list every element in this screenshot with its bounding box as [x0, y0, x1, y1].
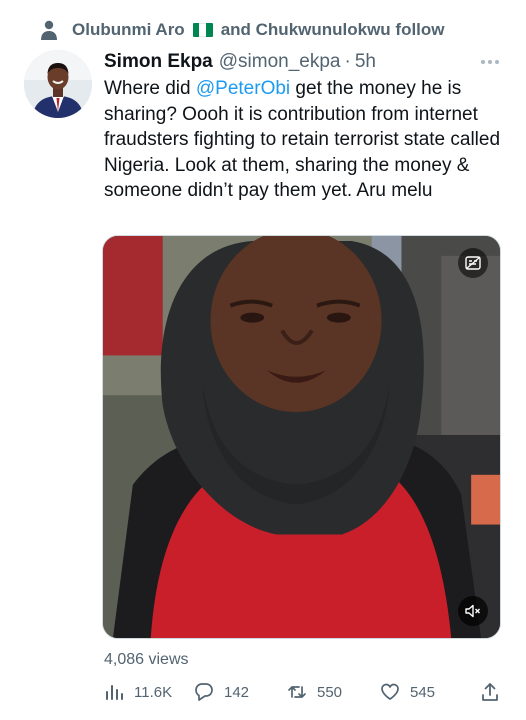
views-stat-count: 11.6K	[134, 683, 173, 701]
ellipsis-icon	[481, 60, 499, 64]
action-bar: 11.6K 142 550 545	[104, 680, 502, 704]
more-options-button[interactable]	[476, 50, 504, 74]
mute-button[interactable]	[458, 596, 488, 626]
author-handle[interactable]: @simon_ekpa	[219, 51, 341, 73]
retweet-arrows-icon	[288, 686, 306, 698]
author-name[interactable]: Simon Ekpa	[104, 51, 213, 73]
share-button[interactable]	[480, 680, 500, 704]
reply-bubble-icon	[195, 683, 213, 701]
captions-icon	[465, 256, 481, 270]
avatar[interactable]	[24, 50, 92, 118]
analytics-bars-icon	[106, 685, 123, 700]
retweet-count: 550	[317, 683, 343, 701]
tweet-text-start: Where did	[104, 78, 196, 99]
video-frame	[103, 236, 500, 638]
tweet-timestamp[interactable]: 5h	[355, 51, 376, 73]
like-button[interactable]: 545	[380, 680, 435, 704]
tweet-text: Where did @PeterObi get the money he is …	[104, 76, 508, 204]
captions-button[interactable]	[458, 248, 488, 278]
reply-count: 142	[224, 683, 250, 701]
social-context[interactable]: Olubunmi Aro and Chukwunulokwu follow	[41, 18, 445, 42]
retweet-button[interactable]: 550	[287, 680, 342, 704]
share-icon	[482, 683, 498, 701]
video-player[interactable]	[102, 235, 501, 639]
mention-link[interactable]: @PeterObi	[196, 78, 290, 99]
person-icon	[41, 20, 57, 40]
nigeria-flag-icon	[192, 23, 213, 37]
heart-icon	[381, 683, 399, 700]
separator-dot: ·	[344, 51, 351, 72]
analytics-button[interactable]: 11.6K	[104, 680, 172, 704]
social-context-rest: and Chukwunulokwu follow	[220, 20, 445, 39]
views-count[interactable]: 4,086 views	[104, 651, 189, 669]
muted-speaker-icon	[465, 604, 480, 618]
reply-button[interactable]: 142	[194, 680, 249, 704]
tweet-header: Simon Ekpa @simon_ekpa · 5h	[104, 50, 504, 74]
social-context-name[interactable]: Olubunmi Aro	[72, 20, 185, 40]
like-count: 545	[410, 683, 436, 701]
